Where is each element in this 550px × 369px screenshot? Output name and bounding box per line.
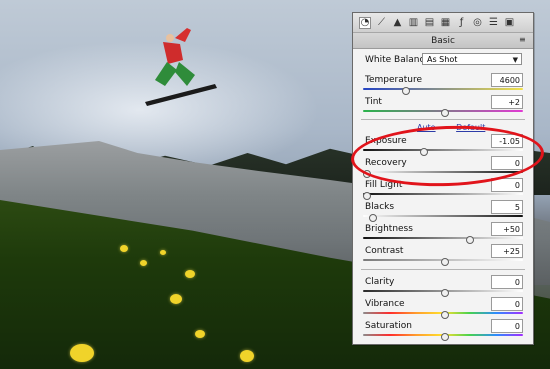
flower xyxy=(240,350,254,362)
tint-slider-thumb[interactable] xyxy=(441,109,449,117)
vibrance-row: Vibrance 0 xyxy=(353,295,533,319)
temperature-slider-track[interactable] xyxy=(363,88,523,90)
flower xyxy=(70,344,94,362)
flower xyxy=(140,260,147,266)
tint-row: Tint +2 xyxy=(353,93,533,117)
contrast-value[interactable]: +25 xyxy=(491,244,523,258)
temperature-value[interactable]: 4600 xyxy=(491,73,523,87)
blacks-row: Blacks 5 xyxy=(353,198,533,222)
contrast-row: Contrast +25 xyxy=(353,242,533,266)
contrast-label: Contrast xyxy=(365,246,404,256)
panel-title: Basic xyxy=(431,35,455,46)
tint-value[interactable]: +2 xyxy=(491,95,523,109)
brightness-label: Brightness xyxy=(365,224,413,234)
camera-calibration-icon[interactable]: ◎ xyxy=(472,17,483,28)
tone-curve-icon[interactable]: ⟋ xyxy=(376,17,387,28)
flower xyxy=(120,245,128,252)
fx-icon[interactable]: ƒ xyxy=(456,17,467,28)
divider xyxy=(361,269,525,270)
panel-toolbar: ◔ ⟋ ▲ ▥ ▤ ▦ ƒ ◎ ☰ ▣ xyxy=(353,13,533,33)
temperature-label: Temperature xyxy=(365,75,423,85)
blacks-value[interactable]: 5 xyxy=(491,200,523,214)
blacks-label: Blacks xyxy=(365,202,395,212)
saturation-value[interactable]: 0 xyxy=(491,319,523,333)
snowboarder xyxy=(145,28,217,106)
vibrance-value[interactable]: 0 xyxy=(491,297,523,311)
snapshots-icon[interactable]: ▣ xyxy=(504,17,515,28)
divider xyxy=(361,119,525,120)
saturation-row: Saturation 0 xyxy=(353,317,533,341)
panel-title-bar: Basic ≡ xyxy=(353,33,533,49)
white-balance-row: White Balance: As Shot ▼ xyxy=(365,53,523,67)
clarity-label: Clarity xyxy=(365,277,395,287)
flower xyxy=(195,330,205,338)
temperature-row: Temperature 4600 xyxy=(353,71,533,95)
chevron-down-icon: ▼ xyxy=(512,56,518,64)
histogram-icon[interactable]: ◔ xyxy=(359,16,371,29)
flower xyxy=(160,250,166,255)
brightness-row: Brightness +50 xyxy=(353,220,533,244)
flower xyxy=(170,294,182,304)
saturation-label: Saturation xyxy=(365,321,412,331)
split-toning-icon[interactable]: ▤ xyxy=(424,17,435,28)
white-balance-select[interactable]: As Shot ▼ xyxy=(422,53,522,65)
flower xyxy=(185,270,195,278)
lens-icon[interactable]: ▦ xyxy=(440,17,451,28)
clarity-row: Clarity 0 xyxy=(353,273,533,297)
saturation-slider-thumb[interactable] xyxy=(441,333,449,341)
white-balance-value: As Shot xyxy=(427,54,458,64)
tint-label: Tint xyxy=(365,97,382,107)
blacks-slider-track[interactable] xyxy=(363,215,523,217)
detail-icon[interactable]: ▲ xyxy=(392,17,403,28)
fill-light-slider-track[interactable] xyxy=(363,193,523,195)
vibrance-label: Vibrance xyxy=(365,299,405,309)
hsl-icon[interactable]: ▥ xyxy=(408,17,419,28)
brightness-slider-track[interactable] xyxy=(363,237,523,239)
presets-icon[interactable]: ☰ xyxy=(488,17,499,28)
contrast-slider-thumb[interactable] xyxy=(441,258,449,266)
panel-menu-icon[interactable]: ≡ xyxy=(519,35,529,45)
brightness-value[interactable]: +50 xyxy=(491,222,523,236)
clarity-value[interactable]: 0 xyxy=(491,275,523,289)
